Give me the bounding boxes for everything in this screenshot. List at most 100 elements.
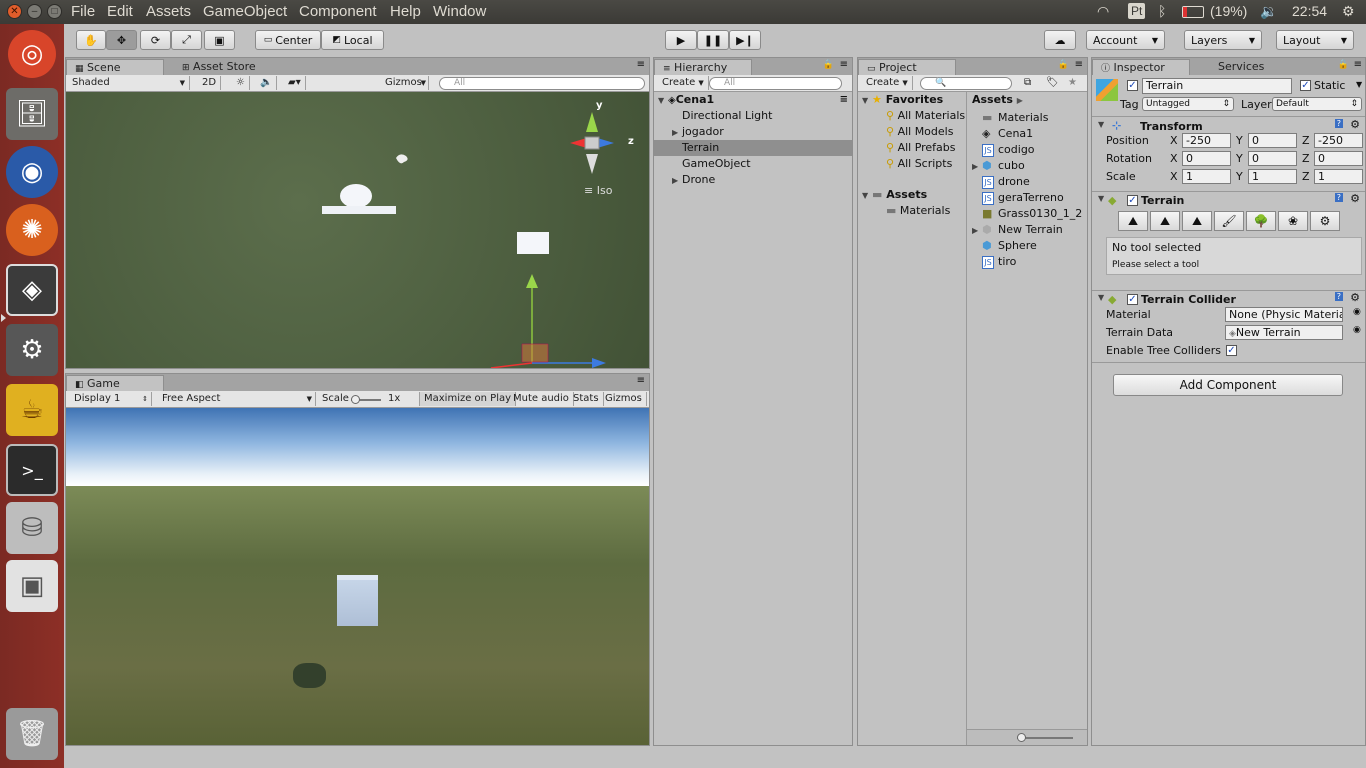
scale-z-field[interactable]: 1 <box>1314 169 1363 184</box>
hand-tool-icon[interactable]: ✋ <box>76 30 106 50</box>
asset-item[interactable]: ▶ ⬢ cubo <box>972 158 1088 174</box>
expand-arrow-icon[interactable]: ▶ <box>672 125 682 141</box>
gizmo-y-arrow[interactable] <box>526 274 538 288</box>
hierarchy-create-dropdown[interactable]: Create ▼ <box>658 76 709 90</box>
gear-icon[interactable]: ⚙ <box>1342 3 1355 20</box>
expand-arrow-icon[interactable]: ▼ <box>1098 293 1108 302</box>
object-picker-icon[interactable]: ◉ <box>1353 325 1361 335</box>
unity-icon[interactable]: ◈ <box>6 264 58 316</box>
settings-icon[interactable]: ⚙ <box>6 324 58 376</box>
media-player-icon[interactable]: ▣ <box>6 560 58 612</box>
scene-menu-icon[interactable]: ≡ <box>840 92 848 108</box>
wifi-icon[interactable]: ◠ <box>1097 3 1109 20</box>
hierarchy-item[interactable]: GameObject <box>654 156 852 172</box>
layout-dropdown[interactable]: Layout ▼ <box>1276 30 1354 50</box>
bluetooth-icon[interactable]: ᛒ <box>1158 3 1166 19</box>
pause-button[interactable]: ❚❚ <box>697 30 729 50</box>
material-field[interactable]: None (Physic Material <box>1225 307 1343 322</box>
scale-x-field[interactable]: 1 <box>1182 169 1231 184</box>
expand-arrow-icon[interactable]: ▼ <box>1098 120 1108 129</box>
favorites-item[interactable]: ⚲ All Prefabs <box>886 140 956 156</box>
project-create-dropdown[interactable]: Create ▼ <box>862 76 913 90</box>
tab-game[interactable]: ◧ Game <box>66 375 164 391</box>
static-checkbox[interactable]: ✓ <box>1300 80 1311 91</box>
disk-icon[interactable]: ⛁ <box>6 502 58 554</box>
layer-dropdown[interactable]: Default ⇕ <box>1272 97 1362 111</box>
shading-dropdown[interactable]: Shaded ▼ <box>68 76 190 90</box>
terminal-icon[interactable]: >_ <box>6 444 58 496</box>
stats-toggle[interactable]: Stats <box>569 392 604 406</box>
scene-root-row[interactable]: ▼ ◈Cena1 ≡ <box>658 92 850 108</box>
lock-icon[interactable]: 🔒 <box>1058 60 1069 70</box>
firefox-icon[interactable]: ✺ <box>6 204 58 256</box>
play-button[interactable]: ▶ <box>665 30 697 50</box>
terrain-component-header[interactable]: ▼ ◆ ✓ Terrain ? ⚙ <box>1092 192 1365 210</box>
favorites-item[interactable]: ⚲ All Scripts <box>886 156 952 172</box>
scene-search-input[interactable]: All <box>439 77 645 90</box>
hierarchy-item[interactable]: Terrain <box>654 140 852 156</box>
place-trees-icon[interactable]: 🌳 <box>1246 211 1276 231</box>
light-gizmo-icon[interactable] <box>396 154 408 164</box>
lighting-toggle-icon[interactable]: ☼ <box>232 76 250 90</box>
panel-menu-icon[interactable]: ≡ <box>840 59 848 70</box>
hierarchy-item[interactable]: Directional Light <box>654 108 852 124</box>
position-z-field[interactable]: -250 <box>1314 133 1363 148</box>
display-dropdown[interactable]: Display 1 ⇕ <box>70 392 152 406</box>
expand-arrow-icon[interactable]: ▼ <box>862 188 872 204</box>
step-button[interactable]: ▶❙ <box>729 30 761 50</box>
tab-inspector[interactable]: ⓘ Inspector <box>1092 59 1190 75</box>
menu-component[interactable]: Component <box>299 3 377 20</box>
assets-breadcrumb[interactable]: Assets ▶ <box>972 92 1023 108</box>
component-gear-icon[interactable]: ⚙ <box>1350 192 1360 205</box>
panel-menu-icon[interactable]: ≡ <box>1075 59 1083 70</box>
asset-item[interactable]: JS tiro <box>972 254 1088 270</box>
files-icon[interactable]: 🗄 <box>6 88 58 140</box>
rotate-tool-icon[interactable]: ⟳ <box>140 30 171 50</box>
paint-details-icon[interactable]: ❀ <box>1278 211 1308 231</box>
smooth-height-icon[interactable]: ⛰ <box>1182 211 1212 231</box>
favorite-star-icon[interactable]: ★ <box>1064 76 1081 90</box>
rect-tool-icon[interactable]: ▣ <box>204 30 235 50</box>
object-name-input[interactable]: Terrain <box>1142 78 1292 94</box>
gizmo-plane-handle[interactable] <box>521 343 549 363</box>
ubuntu-dash-icon[interactable]: ◎ <box>8 30 56 78</box>
keyboard-layout-indicator[interactable]: Pt <box>1128 3 1146 19</box>
battery-icon[interactable] <box>1182 6 1204 18</box>
panel-menu-icon[interactable]: ≡ <box>1354 59 1362 70</box>
icon-size-slider-handle[interactable] <box>1017 733 1026 742</box>
platform-object[interactable] <box>322 206 396 214</box>
audio-toggle-icon[interactable]: 🔈 <box>256 76 278 90</box>
rotation-y-field[interactable]: 0 <box>1248 151 1297 166</box>
gizmos-dropdown[interactable]: Gizmos ▼ <box>381 76 429 90</box>
terrain-settings-icon[interactable]: ⚙ <box>1310 211 1340 231</box>
materials-tree-row[interactable]: ▬ Materials <box>886 203 950 219</box>
teapot-app-icon[interactable]: ☕ <box>6 384 58 436</box>
effects-toggle-icon[interactable]: ▰▾ <box>284 76 306 90</box>
window-minimize-button[interactable]: – <box>27 4 42 19</box>
expand-arrow-icon[interactable]: ▶ <box>972 159 982 174</box>
menu-help[interactable]: Help <box>390 3 421 20</box>
menu-window[interactable]: Window <box>433 3 486 20</box>
panel-menu-icon[interactable]: ≡ <box>637 375 645 386</box>
window-maximize-button[interactable]: □ <box>47 4 62 19</box>
terrain-data-field[interactable]: ◈New Terrain <box>1225 325 1343 340</box>
scale-y-field[interactable]: 1 <box>1248 169 1297 184</box>
orientation-negy-cone[interactable] <box>586 154 598 174</box>
static-dropdown-icon[interactable]: ▼ <box>1356 80 1362 89</box>
menu-assets[interactable]: Assets <box>146 3 191 20</box>
asset-item[interactable]: ◈ Cena1 <box>972 126 1088 142</box>
panel-menu-icon[interactable]: ≡ <box>637 59 645 70</box>
object-picker-icon[interactable]: ◉ <box>1353 307 1361 317</box>
asset-item[interactable]: JS geraTerreno <box>972 190 1088 206</box>
tab-hierarchy[interactable]: ≡ Hierarchy <box>654 59 752 75</box>
rotation-z-field[interactable]: 0 <box>1314 151 1363 166</box>
paint-texture-icon[interactable]: 🖌 <box>1214 211 1244 231</box>
hierarchy-search-input[interactable]: All <box>709 77 842 90</box>
lock-icon[interactable]: 🔒 <box>823 60 834 70</box>
volume-icon[interactable]: 🔉 <box>1260 3 1277 20</box>
clock[interactable]: 22:54 <box>1292 3 1327 19</box>
add-component-button[interactable]: Add Component <box>1113 374 1343 396</box>
asset-item[interactable]: ⬢ Sphere <box>972 238 1088 254</box>
position-x-field[interactable]: -250 <box>1182 133 1231 148</box>
orientation-center-cube[interactable] <box>584 136 600 150</box>
